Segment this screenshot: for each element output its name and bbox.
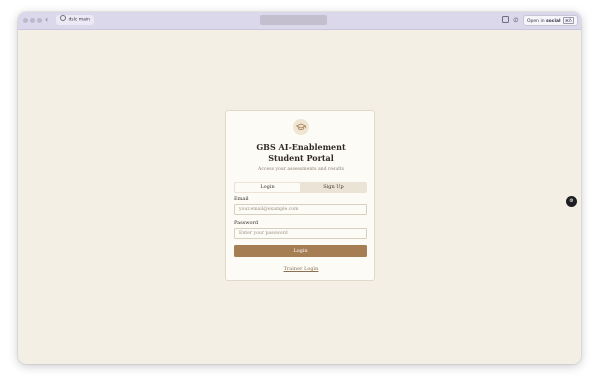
password-label: Password — [234, 220, 259, 226]
trainer-login-link[interactable]: Trainer Login — [226, 266, 376, 272]
chevron-right-icon[interactable]: › — [569, 15, 571, 25]
email-field[interactable]: your.email@example.com — [234, 204, 367, 215]
extensions-icon[interactable] — [502, 16, 509, 23]
page-title-line2: Student Portal — [268, 153, 334, 163]
tab-login[interactable]: Login — [235, 183, 300, 192]
link-icon[interactable]: ⊘ — [510, 13, 521, 26]
window-close-button[interactable] — [23, 18, 28, 23]
login-button[interactable]: Login — [234, 245, 367, 257]
email-label: Email — [234, 196, 249, 202]
open-in-prefix: Open in — [527, 19, 545, 24]
browser-window: ‹ dslc main ⊘ Open in social ⌘O › GBS AI… — [18, 12, 581, 364]
window-minimize-button[interactable] — [30, 18, 35, 23]
auth-tabs: Login Sign Up — [234, 182, 367, 193]
page-subtitle: Access your assessments and results — [258, 167, 344, 172]
settings-icon[interactable]: ⚙ — [566, 196, 577, 207]
back-arrow-icon[interactable]: ‹ — [45, 15, 48, 25]
page-title-line1: GBS AI-Enablement — [256, 142, 346, 152]
window-zoom-button[interactable] — [37, 18, 42, 23]
browser-tab[interactable]: dslc main — [56, 15, 95, 25]
globe-icon — [60, 15, 66, 21]
graduation-cap-icon — [293, 119, 309, 135]
tab-title: dslc main — [68, 17, 91, 23]
browser-titlebar: ‹ dslc main ⊘ Open in social ⌘O › — [18, 12, 581, 30]
password-field[interactable]: Enter your password — [234, 228, 367, 239]
login-card: GBS AI-Enablement Student Portal Access … — [225, 110, 375, 281]
tab-signup[interactable]: Sign Up — [301, 183, 366, 192]
address-bar[interactable] — [260, 15, 327, 25]
open-in-app: social — [546, 19, 561, 24]
